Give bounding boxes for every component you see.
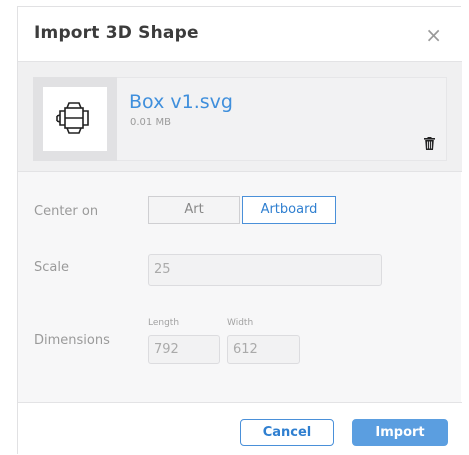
scale-input[interactable]: 25 [148, 254, 382, 286]
close-icon[interactable]: × [425, 25, 442, 45]
length-input[interactable]: 792 [148, 335, 220, 364]
box-dieline-icon [56, 102, 89, 134]
trash-icon[interactable] [424, 135, 435, 154]
file-name: Box v1.svg [129, 91, 233, 113]
import-3d-shape-dialog: Import 3D Shape × Box v1.svg 0.01 MB Cen… [17, 6, 462, 455]
center-on-artboard-option[interactable]: Artboard [242, 196, 336, 224]
file-size: 0.01 MB [130, 117, 171, 128]
center-on-art-option[interactable]: Art [148, 196, 240, 224]
file-card: Box v1.svg 0.01 MB [33, 77, 447, 161]
dialog-header: Import 3D Shape × [18, 7, 462, 62]
file-panel: Box v1.svg 0.01 MB [18, 62, 462, 172]
dimensions-label: Dimensions [34, 333, 110, 348]
thumbnail-frame [33, 77, 117, 161]
width-label: Width [227, 318, 254, 328]
length-label: Length [148, 318, 180, 328]
cancel-button[interactable]: Cancel [240, 419, 334, 446]
import-button[interactable]: Import [352, 419, 448, 446]
dialog-footer: Cancel Import [18, 402, 462, 455]
center-on-label: Center on [34, 204, 99, 219]
dialog-title: Import 3D Shape [34, 23, 199, 43]
file-thumbnail [43, 87, 107, 151]
width-input[interactable]: 612 [227, 335, 300, 364]
scale-label: Scale [34, 260, 69, 275]
